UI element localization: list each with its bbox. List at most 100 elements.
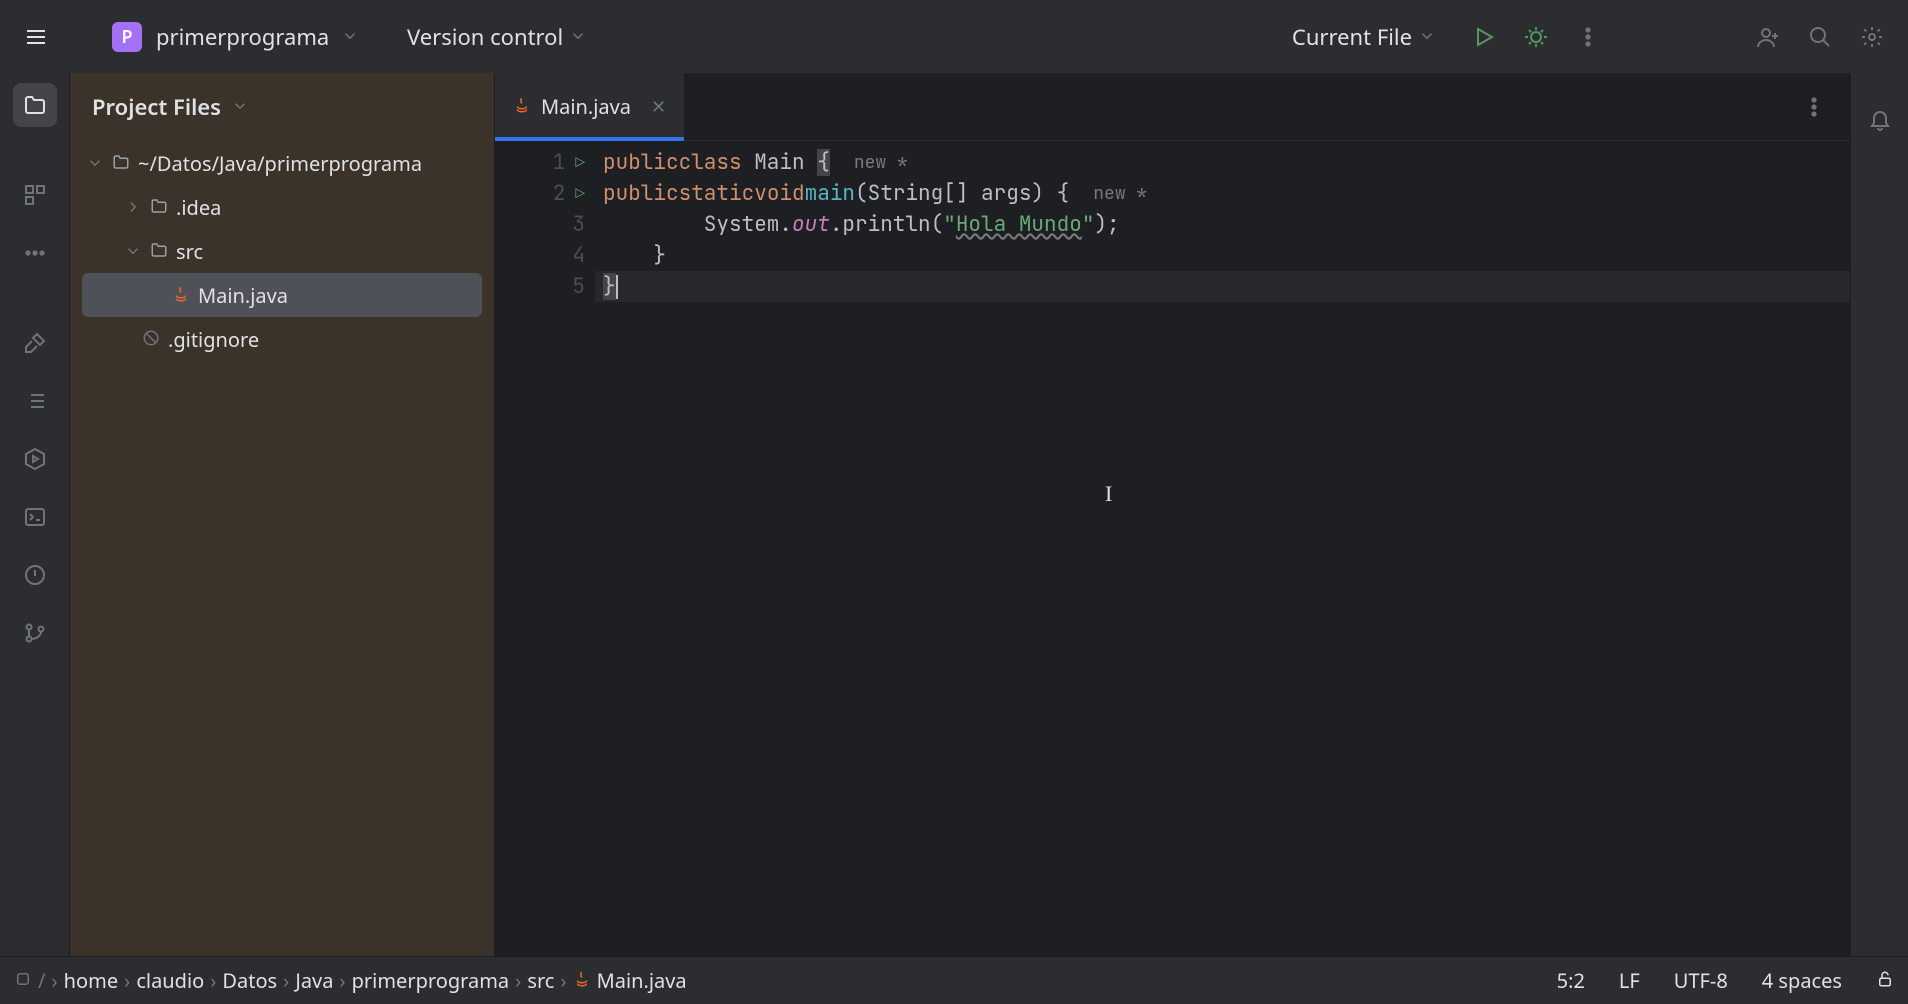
tree-root-row[interactable]: ~/Datos/Java/primerprograma — [70, 141, 494, 185]
vcs-dropdown[interactable]: Version control — [407, 22, 587, 52]
terminal-icon — [23, 505, 47, 529]
breadcrumb-label: Main.java — [597, 967, 687, 994]
code-editor[interactable]: 1▷ 2▷ 3 4 5 public class Main {new * pub… — [495, 141, 1850, 956]
gitignore-icon — [142, 326, 160, 353]
horizontal-dots-icon — [23, 241, 47, 265]
folder-icon — [23, 93, 47, 117]
java-file-icon — [172, 282, 190, 309]
hexagon-play-icon — [23, 447, 47, 471]
project-name-label: primerprograma — [156, 22, 329, 52]
caret-right-icon — [124, 198, 142, 216]
left-tool-strip — [0, 73, 70, 956]
breadcrumb-item[interactable]: Java — [295, 967, 333, 994]
mouse-ibeam-cursor: I — [1105, 481, 1112, 507]
terminal-tool-button[interactable] — [13, 495, 57, 539]
line-number: 5 — [572, 273, 585, 300]
bug-icon — [1524, 25, 1548, 49]
breadcrumb-label: primerprograma — [352, 967, 510, 994]
search-everywhere-button[interactable] — [1798, 15, 1842, 59]
settings-button[interactable] — [1850, 15, 1894, 59]
close-tab-button[interactable]: ✕ — [651, 95, 666, 119]
tree-item-src[interactable]: src — [70, 229, 494, 273]
line-separator[interactable]: LF — [1619, 967, 1640, 994]
code-content[interactable]: public class Main {new * public static v… — [595, 141, 1850, 956]
gutter-run-icon[interactable]: ▷ — [575, 152, 585, 173]
chevron-down-icon — [569, 22, 587, 52]
play-icon — [1472, 25, 1496, 49]
build-tool-button[interactable] — [13, 321, 57, 365]
breadcrumb-item[interactable]: primerprograma — [352, 967, 510, 994]
chevron-down-icon — [1418, 22, 1436, 52]
folder-icon — [112, 150, 130, 177]
project-tool-button[interactable] — [13, 83, 57, 127]
text-caret — [616, 275, 618, 299]
cursor-position[interactable]: 5:2 — [1557, 967, 1585, 994]
person-add-icon — [1756, 25, 1780, 49]
tree-item-label: Main.java — [198, 282, 288, 309]
tree-item-label: src — [176, 238, 203, 265]
folder-icon — [150, 194, 168, 221]
project-tree[interactable]: ~/Datos/Java/primerprograma .idea src Ma… — [70, 141, 494, 371]
editor-gutter[interactable]: 1▷ 2▷ 3 4 5 — [495, 141, 595, 956]
search-icon — [1808, 25, 1832, 49]
code-with-me-button[interactable] — [1746, 15, 1790, 59]
services-tool-button[interactable] — [13, 437, 57, 481]
branch-icon — [23, 621, 47, 645]
warning-circle-icon — [23, 563, 47, 587]
inlay-hint: new * — [1093, 182, 1147, 205]
problems-tool-button[interactable] — [13, 553, 57, 597]
project-panel: Project Files ~/Datos/Java/primerprogram… — [70, 73, 495, 956]
tree-item-idea[interactable]: .idea — [70, 185, 494, 229]
readonly-toggle[interactable] — [1876, 967, 1894, 994]
string-literal: Hola Mundo — [956, 211, 1082, 238]
vcs-label: Version control — [407, 22, 563, 52]
structure-icon — [23, 183, 47, 207]
breadcrumb-item[interactable]: src — [527, 967, 554, 994]
tree-root-label: ~/Datos/Java/primerprograma — [138, 150, 422, 177]
more-tool-button[interactable] — [13, 231, 57, 275]
todo-tool-button[interactable] — [13, 379, 57, 423]
run-config-dropdown[interactable]: Current File — [1292, 22, 1436, 52]
list-icon — [23, 389, 47, 413]
editor-tabs: Main.java ✕ — [495, 73, 1850, 141]
tree-item-gitignore[interactable]: .gitignore — [70, 317, 494, 361]
breadcrumb-item[interactable]: home — [64, 967, 118, 994]
tab-label: Main.java — [541, 93, 631, 120]
notifications-button[interactable] — [1858, 97, 1902, 141]
gear-icon — [1860, 25, 1884, 49]
tree-item-label: .gitignore — [168, 326, 259, 353]
tab-more-button[interactable] — [1792, 85, 1836, 129]
java-file-icon — [573, 967, 591, 994]
chevron-down-icon — [341, 22, 359, 52]
lock-open-icon — [1876, 970, 1894, 988]
run-button[interactable] — [1462, 15, 1506, 59]
project-badge[interactable]: P — [112, 22, 142, 52]
vertical-dots-icon — [1576, 25, 1600, 49]
project-name-dropdown[interactable]: primerprograma — [156, 22, 359, 52]
main-menu-button[interactable] — [14, 15, 58, 59]
structure-tool-button[interactable] — [13, 173, 57, 217]
gutter-run-icon[interactable]: ▷ — [575, 183, 585, 204]
top-toolbar: P primerprograma Version control Current… — [0, 0, 1908, 73]
panel-title-label: Project Files — [92, 92, 221, 122]
file-encoding[interactable]: UTF-8 — [1674, 967, 1728, 994]
breadcrumb-label: home — [64, 967, 118, 994]
caret-down-icon — [124, 242, 142, 260]
breadcrumb-item[interactable]: claudio — [136, 967, 204, 994]
indent-setting[interactable]: 4 spaces — [1762, 967, 1842, 994]
breadcrumb-label: claudio — [136, 967, 204, 994]
more-actions-button[interactable] — [1566, 15, 1610, 59]
line-number: 3 — [572, 211, 585, 238]
tree-item-main-java[interactable]: Main.java — [82, 273, 482, 317]
bell-icon — [1868, 107, 1892, 131]
nav-icon[interactable] — [14, 967, 32, 994]
editor-area: Main.java ✕ 1▷ 2▷ 3 4 5 public class Mai… — [495, 73, 1850, 956]
breadcrumb-label: Datos — [222, 967, 277, 994]
project-panel-title[interactable]: Project Files — [70, 73, 494, 141]
tab-main-java[interactable]: Main.java ✕ — [495, 73, 684, 140]
breadcrumb-file[interactable]: Main.java — [573, 967, 687, 994]
debug-button[interactable] — [1514, 15, 1558, 59]
git-tool-button[interactable] — [13, 611, 57, 655]
status-bar: /› home › claudio › Datos › Java › prime… — [0, 956, 1908, 1004]
breadcrumb-item[interactable]: Datos — [222, 967, 277, 994]
